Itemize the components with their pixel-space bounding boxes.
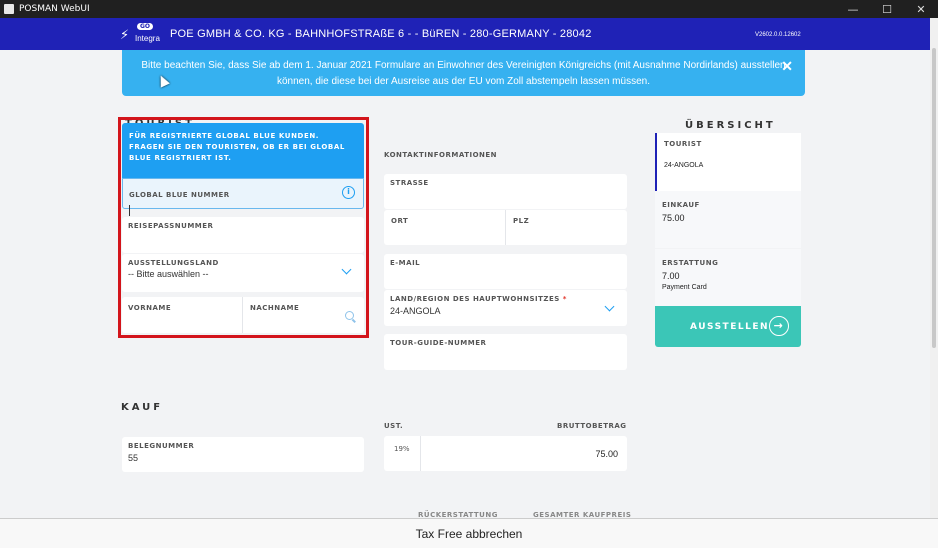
plug-icon: ⚡ (120, 28, 130, 43)
cancel-tax-free-button[interactable]: Tax Free abbrechen (0, 518, 938, 548)
overview-refund-card: ERSTATTUNG 7.00 Payment Card (655, 249, 801, 306)
scrollbar-thumb[interactable] (932, 48, 936, 348)
maximize-button[interactable]: ☐ (870, 0, 904, 18)
company-info: POE GMBH & CO. KG - BAHNHOFSTRAßE 6 - - … (170, 28, 592, 40)
email-label: E-MAIL (390, 259, 421, 267)
close-window-button[interactable]: ✕ (904, 0, 938, 18)
zip-label: PLZ (513, 217, 530, 225)
notice-line-1: Bitte beachten Sie, dass Sie ab dem 1. J… (141, 60, 786, 71)
issue-button[interactable]: AUSSTELLEN → (655, 306, 801, 347)
window-titlebar: POSMAN WebUI — ☐ ✕ (0, 0, 938, 18)
overview-refund-value: 7.00 (662, 271, 680, 281)
vat-gross-row: 19% 75.00 (384, 436, 627, 471)
tour-guide-label: TOUR-GUIDE-NUMMER (390, 339, 487, 347)
issue-button-label: AUSSTELLEN (690, 321, 769, 332)
residence-label: LAND/REGION DES HAUPTWOHNSITZES * (390, 295, 621, 303)
street-field[interactable]: STRASSE (384, 174, 627, 209)
highlight-frame (118, 117, 369, 338)
overview-tourist-card: TOURIST 24-ANGOLA (655, 133, 801, 191)
tour-guide-number-field[interactable]: TOUR-GUIDE-NUMMER (384, 334, 627, 370)
city-zip-divider (505, 210, 506, 245)
vat-rate[interactable]: 19% (394, 445, 410, 453)
overview-tourist-value: 24-ANGOLA (664, 162, 704, 169)
minimize-button[interactable]: — (836, 0, 870, 18)
receipt-number-value: 55 (128, 453, 139, 463)
notice-close-icon[interactable]: ✕ (781, 58, 793, 74)
gross-amount-value[interactable]: 75.00 (595, 449, 618, 459)
city-label: ORT (391, 217, 409, 225)
app-header: ⚡ GO Integra POE GMBH & CO. KG - BAHNHOF… (0, 18, 930, 50)
city-zip-row: ORT PLZ (384, 210, 627, 245)
version-label: V2602.0.0.12602 (755, 32, 801, 38)
notice-line-2: können, die diese bei der Ausreise aus d… (277, 76, 650, 87)
overview-purchase-value: 75.00 (662, 213, 685, 223)
app-icon (4, 4, 14, 14)
overview-section-title: ÜBERSICHT (685, 120, 776, 131)
receipt-number-field[interactable]: BELEGNUMMER 55 (122, 437, 364, 472)
vat-column-label: UST. (384, 422, 404, 430)
residence-country-select[interactable]: LAND/REGION DES HAUPTWOHNSITZES * 24-ANG… (384, 290, 627, 326)
required-mark: * (562, 295, 567, 303)
residence-label-text: LAND/REGION DES HAUPTWOHNSITZES (390, 295, 560, 303)
arrow-right-icon: → (769, 316, 789, 336)
vertical-scrollbar[interactable] (930, 18, 938, 518)
overview-purchase-card: EINKAUF 75.00 (655, 191, 801, 248)
overview-tourist-label: TOURIST (664, 140, 702, 148)
receipt-number-label: BELEGNUMMER (128, 442, 195, 450)
logo-badge: GO (137, 23, 154, 30)
overview-purchase-label: EINKAUF (662, 201, 700, 209)
residence-value: 24-ANGOLA (390, 306, 441, 316)
email-field[interactable]: E-MAIL (384, 254, 627, 289)
vat-divider (420, 436, 421, 471)
overview-refund-label: ERSTATTUNG (662, 259, 719, 267)
logo-brand: Integra (135, 34, 160, 43)
gross-amount-column-label: BRUTTOBETRAG (557, 422, 627, 430)
street-label: STRASSE (390, 179, 429, 187)
integra-logo: ⚡ GO Integra (120, 22, 166, 46)
purchase-section-title: KAUF (121, 402, 164, 413)
contact-section-title: KONTAKTINFORMATIONEN (384, 151, 498, 159)
window-title: POSMAN WebUI (19, 4, 90, 14)
uk-notice-banner: Bitte beachten Sie, dass Sie ab dem 1. J… (122, 50, 805, 96)
overview-refund-method: Payment Card (662, 284, 707, 291)
